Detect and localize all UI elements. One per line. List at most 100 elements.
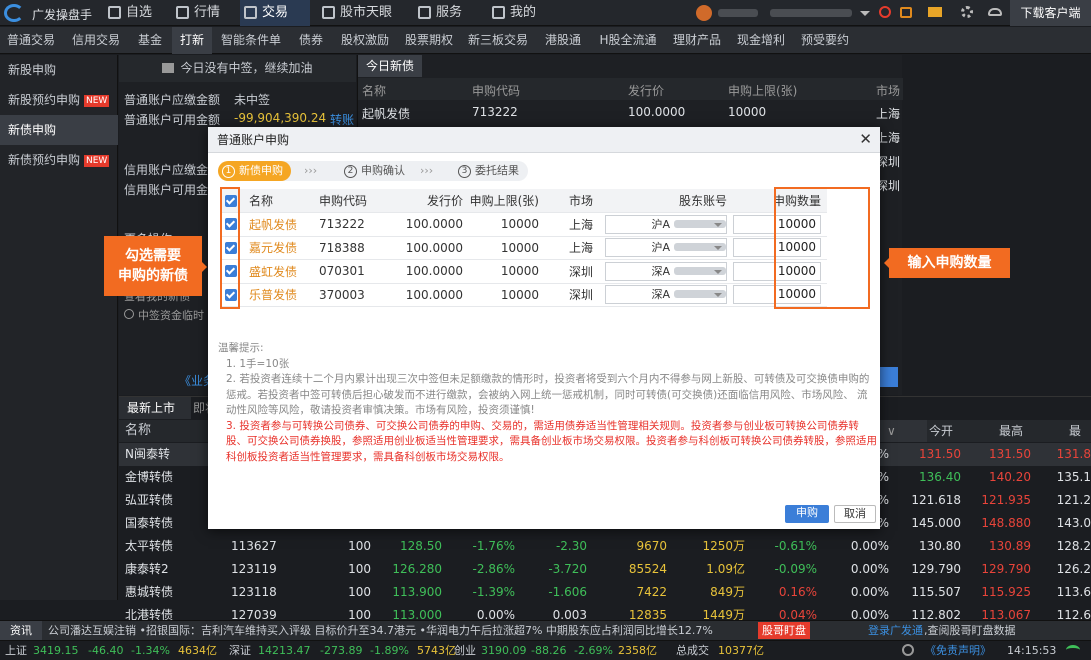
disclaimer-link[interactable]: 《免责声明》 [925,641,991,660]
nav-tab[interactable]: 我的 [488,0,544,26]
sub-tab[interactable]: H股全流通 [592,27,664,54]
sub-tab[interactable]: 现金增利 [730,27,792,54]
nav-tab[interactable]: 服务 [414,0,470,26]
sub-tab[interactable]: 债券 [290,27,332,54]
account-dropdown-icon[interactable] [860,11,870,21]
account-prefix: 沪A [651,241,670,255]
cloud-icon[interactable] [988,8,1002,16]
table-row[interactable]: 太平转债 113627 100 128.50 -1.76% -2.30 9670 1250万 -… [119,535,1091,558]
tip-2: 2. 若投资者连续十二个月内累计出现三次中签但未足额缴款的情形时，投资者将受到六… [226,373,870,416]
cell-name: 弘亚转债 [125,493,174,507]
tab-today-bonds[interactable]: 今日新债 [358,55,422,77]
nav-tab[interactable]: 交易 [240,0,310,26]
cell-market: 上海 [876,107,901,121]
step-3-label: 委托结果 [475,164,519,177]
cell-price: 100.0000 [628,105,686,119]
table-row[interactable]: 康泰转2 123119 100 126.280 -2.86% -3.720 85524 1.0… [119,558,1091,581]
cell-market: 上海 [543,212,597,237]
cell-code: 070301 [315,259,391,284]
gear-icon[interactable] [961,6,973,18]
cell-price: 100.0000 [391,212,467,237]
tip-1: 1. 1手=10张 [226,357,290,370]
sub-tab[interactable]: 智能条件单 [214,27,288,54]
col-open: 今开 [929,424,954,438]
step-2-number: 2 [344,165,357,178]
left-menu-item[interactable]: 新债预约申购 NEW [0,145,118,175]
dialog-title: 普通账户申购 [217,133,290,147]
download-client-button[interactable]: 下载客户端 [1010,0,1091,26]
nav-tab-icon [418,6,431,19]
account-select[interactable]: 深A [605,261,727,281]
cell-n2: 1250万 [702,539,745,553]
avatar[interactable] [696,5,712,21]
subscribe-button[interactable]: 申购 [785,505,829,523]
news-ticker: 资讯 公司潘达互娱注销 •招银国际：吉利汽车维持买入评级 目标价升至34.7港元… [0,620,1091,640]
left-menu-item[interactable]: 新债申购 [0,115,118,145]
sub-tab[interactable]: 股票期权 [398,27,460,54]
table-row[interactable]: 嘉元发债 718388 100.0000 10000 上海 沪A 10000 [221,236,827,260]
login-link[interactable]: 登录广发通 [868,621,923,640]
sub-tab[interactable]: 新三板交易 [462,27,534,54]
table-row[interactable]: 惠城转债 123118 100 113.900 -1.39% -1.606 7422 849万… [119,581,1091,604]
account-select[interactable]: 沪A [605,238,727,258]
news-text[interactable]: 公司潘达互娱注销 •招银国际：吉利汽车维持买入评级 目标价升至34.7港元 •华… [48,621,713,640]
cell-open: 115.507 [911,585,961,599]
col-account: 股东账号 [597,189,731,213]
cell-open: 129.790 [911,562,961,576]
cell-market: 上海 [543,236,597,260]
nav-tab[interactable]: 股市天眼 [318,0,402,26]
left-menu-item[interactable]: 新股申购 [0,55,118,85]
sub-tab[interactable]: 打新 [172,27,212,54]
nav-tab[interactable]: 行情 [172,0,228,26]
cell-chg: -1.39% [472,585,515,599]
close-icon[interactable]: ✕ [859,131,872,147]
allotment-funds-link[interactable]: 中签资金临时 [124,307,204,323]
sub-tab[interactable]: 基金 [130,27,170,54]
lottery-notice: 今日没有中签，继续加油 [119,55,356,82]
sub-tab[interactable]: 普通交易 [0,27,62,54]
left-menu-label: 新债预约申购 [8,153,81,167]
index-status-bar: 上证 3419.15 -46.40 -1.34% 4634亿 深证 14213.… [0,640,1091,660]
col-limit: 申购上限(张) [467,189,543,213]
sub-tab[interactable]: 港股通 [536,27,590,54]
cancel-button[interactable]: 取消 [834,505,876,523]
table-row[interactable]: 起帆发债 713222 100.0000 10000 上海 沪A 10000 [221,212,827,237]
cell-market: 深圳 [543,283,597,307]
sub-tab[interactable]: 预受要约 [794,27,856,54]
new-badge: NEW [84,95,110,107]
table-row[interactable]: 盛虹发债 070301 100.0000 10000 深圳 深A 10000 [221,259,827,284]
notice-icon [162,63,175,73]
cell-low: 128.2 [1056,539,1091,553]
sub-tab[interactable]: 理财产品 [666,27,728,54]
col-price: 发行价 [628,84,665,98]
account-select[interactable]: 深A [605,285,727,305]
transfer-link[interactable]: 转账 [330,111,354,128]
side-button[interactable] [878,367,898,387]
cell-code: 123119 [231,562,277,576]
today-table-header: 名称 申购代码 发行价 申购上限(张) 市场 [358,78,903,100]
checkbox-highlight [220,187,240,309]
lock-icon[interactable] [900,7,912,18]
chevron-down-icon [714,246,722,254]
left-menu-item[interactable]: 新股预约申购 NEW [0,85,118,115]
table-row[interactable]: 乐普发债 370003 100.0000 10000 深圳 深A 10000 [221,283,827,307]
stock-watch-tag[interactable]: 股哥盯盘 [758,622,810,639]
search-icon[interactable] [902,644,914,656]
clock: 14:15:53 [1007,644,1057,657]
sub-tab[interactable]: 股权激励 [334,27,396,54]
tab-latest-listed[interactable]: 最新上市 [119,397,191,419]
value-normal-due: 未中签 [234,93,271,107]
account-select[interactable]: 沪A [605,214,727,234]
mail-icon[interactable] [928,7,942,17]
table-row[interactable]: 起帆发债 713222 100.0000 10000 上海 [358,101,903,123]
label-credit-due: 信用账户应缴金额 [124,163,221,177]
nav-tab[interactable]: 自选 [104,0,160,26]
cell-high: 121.935 [981,493,1031,507]
sz-change: -273.89 [320,644,363,657]
nav-tab-icon [176,6,189,19]
top-bar: 广发操盘手 自选 行情 交易 股市天眼 服务 我的 下载客户端 [0,0,1091,26]
power-icon[interactable] [879,6,891,18]
sub-tab[interactable]: 信用交易 [64,27,128,54]
left-menu-label: 新股申购 [8,63,57,77]
step-indicator: 1 新债申购 ››› 2 申购确认 ››› 3 委托结果 [218,161,528,181]
